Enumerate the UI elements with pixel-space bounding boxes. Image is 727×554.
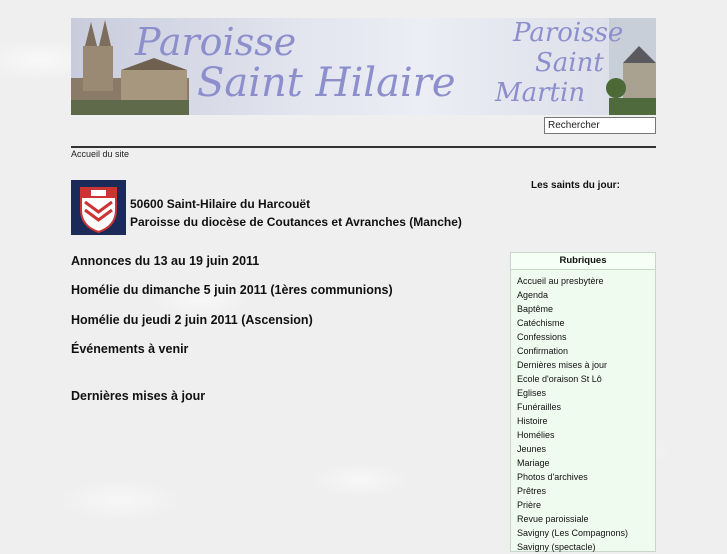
rubrique-item[interactable]: Confirmation	[517, 344, 655, 358]
rubrique-item[interactable]: Homélies	[517, 428, 655, 442]
banner-title-line1: Paroisse	[135, 20, 297, 64]
rubriques-list: Accueil au presbytère Agenda Baptême Cat…	[511, 270, 655, 554]
site-banner: Paroisse Saint Hilaire Paroisse Saint Ma…	[71, 18, 656, 115]
rubrique-item[interactable]: Confessions	[517, 330, 655, 344]
link-homelie-2-juin[interactable]: Homélie du jeudi 2 juin 2011 (Ascension)	[71, 313, 313, 327]
rubriques-title: Rubriques	[511, 253, 655, 270]
link-homelie-5-juin[interactable]: Homélie du dimanche 5 juin 2011 (1ères c…	[71, 283, 393, 297]
address-line: 50600 Saint-Hilaire du Harcouët	[130, 197, 311, 211]
rubrique-item[interactable]: Ecole d'oraison St Lô	[517, 372, 655, 386]
rubrique-item[interactable]: Savigny (Les Compagnons)	[517, 526, 655, 540]
rubrique-item[interactable]: Eglises	[517, 386, 655, 400]
rubrique-item[interactable]: Jeunes	[517, 442, 655, 456]
banner-right-line2: Saint	[535, 48, 604, 78]
breadcrumb-home-link[interactable]: Accueil du site	[71, 149, 129, 159]
rubrique-item[interactable]: Histoire	[517, 414, 655, 428]
rubrique-item[interactable]: Revue paroissiale	[517, 512, 655, 526]
link-annonces[interactable]: Annonces du 13 au 19 juin 2011	[71, 254, 259, 268]
rubrique-item[interactable]: Catéchisme	[517, 316, 655, 330]
diocese-line: Paroisse du diocèse de Coutances et Avra…	[130, 215, 462, 229]
rubrique-item[interactable]: Prière	[517, 498, 655, 512]
rubrique-item[interactable]: Agenda	[517, 288, 655, 302]
rubriques-panel: Rubriques Accueil au presbytère Agenda B…	[510, 252, 656, 552]
rubrique-item[interactable]: Baptême	[517, 302, 655, 316]
rubrique-item[interactable]: Mariage	[517, 456, 655, 470]
header-divider	[71, 146, 656, 148]
link-dernieres-mises-a-jour[interactable]: Dernières mises à jour	[71, 389, 205, 403]
banner-right-line1: Paroisse	[513, 18, 624, 48]
rubrique-item[interactable]: Savigny (spectacle)	[517, 540, 655, 554]
parish-crest-icon	[71, 180, 126, 235]
link-evenements[interactable]: Événements à venir	[71, 342, 188, 356]
rubrique-item[interactable]: Accueil au presbytère	[517, 274, 655, 288]
search-input[interactable]	[544, 117, 656, 134]
rubrique-item[interactable]: Photos d'archives	[517, 470, 655, 484]
banner-title-line2: Saint Hilaire	[197, 60, 456, 106]
saints-du-jour-label: Les saints du jour:	[531, 180, 620, 191]
rubrique-item[interactable]: Prêtres	[517, 484, 655, 498]
rubrique-item[interactable]: Dernières mises à jour	[517, 358, 655, 372]
rubrique-item[interactable]: Funérailles	[517, 400, 655, 414]
banner-right-line3: Martin	[495, 78, 586, 108]
